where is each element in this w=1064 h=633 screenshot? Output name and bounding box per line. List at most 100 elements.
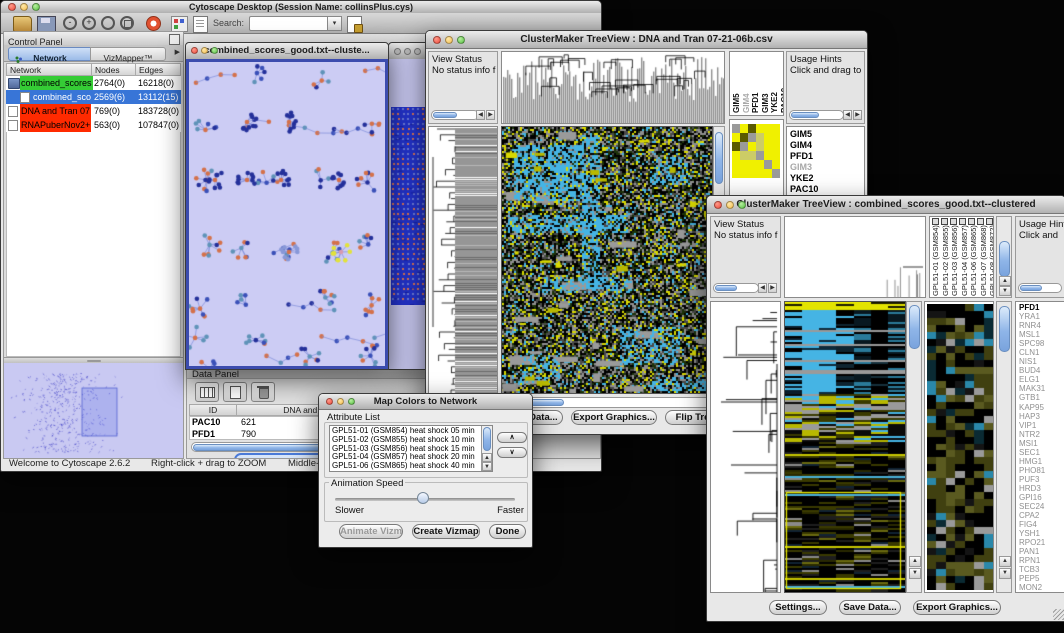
network-list-row[interactable]: combined_sco2569(6)13112(15) — [6, 90, 181, 104]
gene-label[interactable]: GPI16 — [1019, 493, 1045, 502]
zoom-window-icon[interactable] — [348, 398, 355, 405]
attribute-list[interactable]: GPL51-01 (GSM854) heat shock 05 minGPL51… — [329, 425, 493, 472]
matrix-cell[interactable] — [772, 151, 780, 160]
matrix-cell[interactable] — [764, 142, 772, 151]
scroll-up-icon[interactable]: ▲ — [999, 276, 1011, 286]
gene-label[interactable]: YSH1 — [1019, 529, 1045, 538]
zoom-in-icon[interactable]: + — [82, 16, 96, 30]
matrix-cell[interactable] — [748, 151, 756, 160]
move-up-button[interactable]: ∧ — [497, 432, 527, 443]
matrix-cell[interactable] — [764, 124, 772, 133]
birdseye-view[interactable] — [4, 363, 183, 458]
tv1-column-tree[interactable] — [501, 51, 725, 124]
matrix-cell[interactable] — [740, 124, 748, 133]
tv2-gene-vscrollbar[interactable]: ▲ ▼ — [996, 301, 1012, 593]
gene-label[interactable]: KAP95 — [1019, 403, 1045, 412]
tv2-column-tree[interactable] — [784, 216, 926, 298]
tv2-status-scrollbar[interactable] — [713, 283, 759, 293]
minimize-icon[interactable] — [726, 201, 734, 209]
column-header-nodes[interactable]: Nodes — [92, 63, 136, 76]
gene-label[interactable]: HRD3 — [1019, 484, 1045, 493]
matrix-cell[interactable] — [732, 160, 740, 169]
gene-label[interactable]: MAK31 — [1019, 384, 1045, 393]
gene-label[interactable]: PHO81 — [1019, 466, 1045, 475]
tv2-hints-scrollbar[interactable] — [1018, 283, 1062, 293]
matrix-cell[interactable] — [748, 124, 756, 133]
tv1-export-graphics-button[interactable]: Export Graphics... — [571, 410, 657, 425]
zoom-window-icon[interactable] — [211, 47, 218, 54]
scroll-right-icon[interactable]: ▶ — [486, 110, 495, 120]
scroll-left-icon[interactable]: ◀ — [843, 110, 852, 120]
scroll-left-icon[interactable]: ◀ — [476, 110, 485, 120]
tv2-vscrollbar[interactable]: ▲ ▼ — [906, 301, 922, 593]
tv1-status-scrollbar[interactable] — [431, 110, 479, 120]
slider-thumb[interactable] — [417, 492, 429, 504]
attribute-list-item[interactable]: GPL51-07 (GSM868) heat shock 60 min — [332, 471, 475, 472]
search-dropdown-arrow-icon[interactable]: ▾ — [327, 16, 342, 31]
gene-label[interactable]: PFD1 — [1019, 303, 1045, 312]
done-button[interactable]: Done — [489, 524, 526, 539]
matrix-cell[interactable] — [772, 169, 780, 178]
gene-label[interactable]: CPA2 — [1019, 511, 1045, 520]
minimize-icon[interactable] — [20, 3, 28, 11]
zoom-out-icon[interactable]: - — [63, 16, 77, 30]
minimize-icon[interactable] — [337, 398, 344, 405]
vscroll-thumb[interactable] — [999, 241, 1010, 277]
matrix-cell[interactable] — [756, 151, 764, 160]
animate-vizmap-button[interactable]: Animate Vizmap — [339, 524, 403, 539]
matrix-cell[interactable] — [756, 124, 764, 133]
dialog-titlebar[interactable]: Map Colors to Network — [319, 394, 532, 410]
matrix-cell[interactable] — [740, 151, 748, 160]
matrix-cell[interactable] — [772, 124, 780, 133]
wizard-icon[interactable] — [347, 16, 362, 33]
scroll-up-icon[interactable]: ▲ — [909, 556, 921, 567]
float-panel-icon[interactable] — [169, 34, 180, 45]
matrix-cell[interactable] — [772, 133, 780, 142]
gene-label[interactable]: SEC24 — [1019, 502, 1045, 511]
matrix-cell[interactable] — [756, 169, 764, 178]
matrix-cell[interactable] — [732, 124, 740, 133]
matrix-cell[interactable] — [748, 142, 756, 151]
scroll-down-icon[interactable]: ▼ — [999, 568, 1011, 579]
close-icon[interactable] — [326, 398, 333, 405]
close-icon[interactable] — [433, 36, 441, 44]
gene-label[interactable]: RPN1 — [1019, 556, 1045, 565]
gene-label[interactable]: PUF3 — [1019, 475, 1045, 484]
tab-network[interactable]: Network — [8, 47, 92, 61]
close-icon[interactable] — [8, 3, 16, 11]
matrix-cell[interactable] — [772, 142, 780, 151]
matrix-cell[interactable] — [764, 133, 772, 142]
resize-grip-icon[interactable] — [1053, 609, 1064, 620]
matrix-cell[interactable] — [756, 160, 764, 169]
gene-label[interactable]: GTB1 — [1019, 393, 1045, 402]
matrix-cell[interactable] — [748, 160, 756, 169]
tv1-hints-scrollbar[interactable] — [789, 110, 844, 120]
tab-overflow-arrow[interactable]: ▶ — [175, 48, 180, 56]
delete-attribute-icon[interactable] — [251, 382, 275, 402]
column-header-network[interactable]: Network — [6, 63, 92, 76]
scroll-down-icon[interactable]: ▼ — [482, 462, 492, 471]
tab-vizmapper[interactable]: VizMapper™ — [90, 47, 166, 61]
treeview1-titlebar[interactable]: ClusterMaker TreeView : DNA and Tran 07-… — [426, 31, 867, 49]
minimize-icon[interactable] — [201, 47, 208, 54]
scroll-down-icon[interactable]: ▼ — [999, 286, 1011, 296]
column-header-edges[interactable]: Edges — [136, 63, 181, 76]
scroll-up-icon[interactable]: ▲ — [999, 556, 1011, 567]
matrix-cell[interactable] — [764, 169, 772, 178]
tv2-settings-button[interactable]: Settings... — [769, 600, 827, 615]
search-input[interactable] — [249, 16, 329, 31]
tv2-top-vscrollbar[interactable]: ▲ ▼ — [996, 216, 1012, 298]
lifering-icon[interactable] — [146, 16, 161, 31]
gene-label[interactable]: FIG4 — [1019, 520, 1045, 529]
table-icon[interactable] — [195, 382, 219, 402]
matrix-cell[interactable] — [740, 169, 748, 178]
open-folder-icon[interactable] — [13, 16, 32, 32]
matrix-cell[interactable] — [764, 151, 772, 160]
tv1-heatmap[interactable] — [501, 126, 713, 394]
list-vscroll-thumb[interactable] — [483, 427, 491, 451]
minimize-icon[interactable] — [445, 36, 453, 44]
tv2-row-tree[interactable] — [710, 301, 781, 593]
zoom-fit-icon[interactable] — [120, 16, 134, 30]
vscroll-thumb[interactable] — [909, 305, 920, 349]
matrix-cell[interactable] — [732, 151, 740, 160]
